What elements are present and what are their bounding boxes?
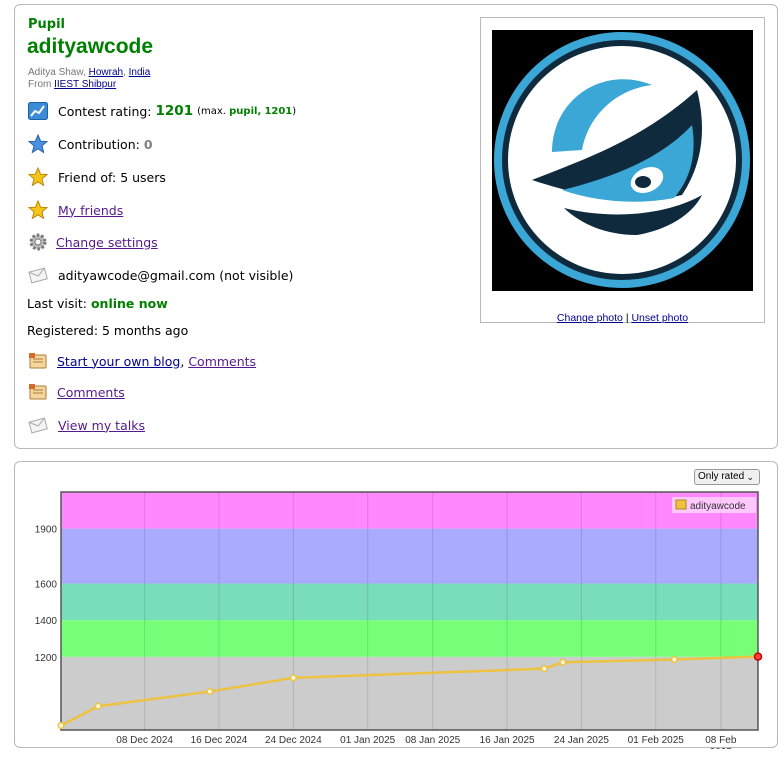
x-tick-label: 01 Jan 2025	[340, 735, 395, 746]
rating-band	[61, 583, 758, 621]
user-avatar	[492, 30, 753, 291]
x-tick-label: 16 Dec 2024	[191, 735, 248, 746]
data-point	[559, 658, 567, 666]
rating-band	[61, 656, 758, 730]
user-handle: adityawcode	[27, 35, 154, 58]
blog-icon	[27, 351, 49, 371]
my-friends-row: My friends	[27, 200, 123, 220]
gear-icon	[27, 232, 49, 252]
data-point	[670, 655, 678, 664]
start-blog-link[interactable]: Start your own blog	[57, 354, 180, 369]
contest-rating-value: 1201	[155, 103, 194, 119]
max-rank: pupil	[229, 105, 258, 117]
rating-chart-icon	[27, 101, 49, 121]
max-rating-value: 1201	[264, 105, 293, 117]
max-suffix: )	[292, 105, 297, 117]
profile-box: Pupil adityawcode Aditya Shaw, Howrah, I…	[14, 4, 778, 449]
email-text: adityawcode@gmail.com (not visible)	[58, 267, 294, 283]
last-visit-label: Last visit:	[27, 296, 87, 311]
legend-swatch	[675, 499, 687, 510]
data-point	[289, 674, 297, 682]
max-rating: (max. pupil, 1201)	[197, 105, 297, 117]
contribution-label: Contribution:	[58, 136, 140, 152]
rating-band	[61, 528, 758, 584]
data-point	[753, 652, 763, 661]
y-tick-label: 1400	[35, 616, 58, 627]
y-tick-label: 1900	[35, 525, 58, 536]
talks-row: View my talks	[27, 415, 145, 435]
last-visit-row: Last visit: online now	[27, 296, 168, 311]
data-point	[94, 702, 102, 710]
max-prefix: (max.	[197, 105, 226, 117]
photo-links: Change photo | Unset photo	[481, 312, 764, 324]
my-friends-link[interactable]: My friends	[58, 203, 123, 218]
y-tick-label: 1600	[35, 580, 58, 591]
envelope-icon	[27, 265, 49, 285]
comments-row: Comments	[27, 382, 125, 402]
friend-of-text: Friend of: 5 users	[58, 169, 166, 185]
blog-icon	[27, 382, 49, 402]
change-settings-link[interactable]: Change settings	[56, 235, 158, 250]
unset-photo-link[interactable]: Unset photo	[631, 312, 688, 324]
contribution-row: Contribution: 0	[27, 134, 153, 154]
registered-text: Registered: 5 months ago	[27, 323, 189, 338]
data-point	[57, 722, 65, 730]
rating-band	[61, 492, 758, 529]
star-gold-icon	[27, 200, 49, 220]
data-point	[540, 665, 548, 673]
rating-chart: 08 Dec 2024 16 Dec 2024 24 Dec 2024 01 Jan …	[35, 491, 763, 749]
contribution-value: 0	[143, 136, 153, 152]
x-tick-label: 24 Jan 2025	[554, 735, 609, 746]
blog-row: Start your own blog, Comments	[27, 351, 256, 371]
x-tick-label: 08 Feb2025	[705, 735, 737, 749]
contest-rating-label: Contest rating:	[58, 103, 152, 119]
star-gold-icon	[27, 167, 49, 187]
user-info: Aditya Shaw, Howrah, India From IIEST Sh…	[28, 67, 151, 90]
from-label: From	[28, 79, 52, 90]
x-tick-label: 08 Jan 2025	[405, 735, 460, 746]
rating-graph-box: Only rated ⌄ 08 Dec 2024 16 Dec 2024 24 De…	[14, 461, 778, 749]
photo-link-separator: |	[625, 312, 629, 324]
last-visit-value: online now	[90, 296, 168, 311]
city-link[interactable]: Howrah	[89, 67, 123, 78]
change-photo-link[interactable]: Change photo	[557, 312, 623, 324]
x-tick-label: 16 Jan 2025	[480, 735, 535, 746]
y-tick-label: 1200	[35, 653, 58, 664]
organization-link[interactable]: IIEST Shibpur	[54, 79, 116, 90]
legend-label: adityawcode	[690, 501, 746, 512]
user-name: Aditya Shaw	[28, 67, 84, 78]
comments-link[interactable]: Comments	[57, 385, 125, 400]
view-talks-link[interactable]: View my talks	[58, 418, 145, 433]
blog-comments-link[interactable]: Comments	[188, 354, 256, 369]
rating-band	[61, 620, 758, 657]
registered-row: Registered: 5 months ago	[27, 323, 188, 338]
photo-frame: Change photo | Unset photo	[480, 17, 765, 324]
envelope-icon	[27, 415, 49, 435]
x-tick-label: 08 Dec 2024	[116, 735, 173, 746]
contest-rating-row: Contest rating: 1201 (max. pupil, 1201)	[27, 101, 296, 121]
country-link[interactable]: India	[129, 67, 151, 78]
user-rank: Pupil	[28, 17, 66, 32]
email-row: adityawcode@gmail.com (not visible)	[27, 265, 293, 285]
friend-of-row: Friend of: 5 users	[27, 167, 166, 187]
x-tick-label: 24 Dec 2024	[265, 735, 322, 746]
change-settings-row: Change settings	[27, 232, 158, 252]
x-tick-label: 01 Feb 2025	[628, 735, 685, 746]
star-blue-icon	[27, 134, 49, 154]
data-point	[206, 688, 214, 696]
